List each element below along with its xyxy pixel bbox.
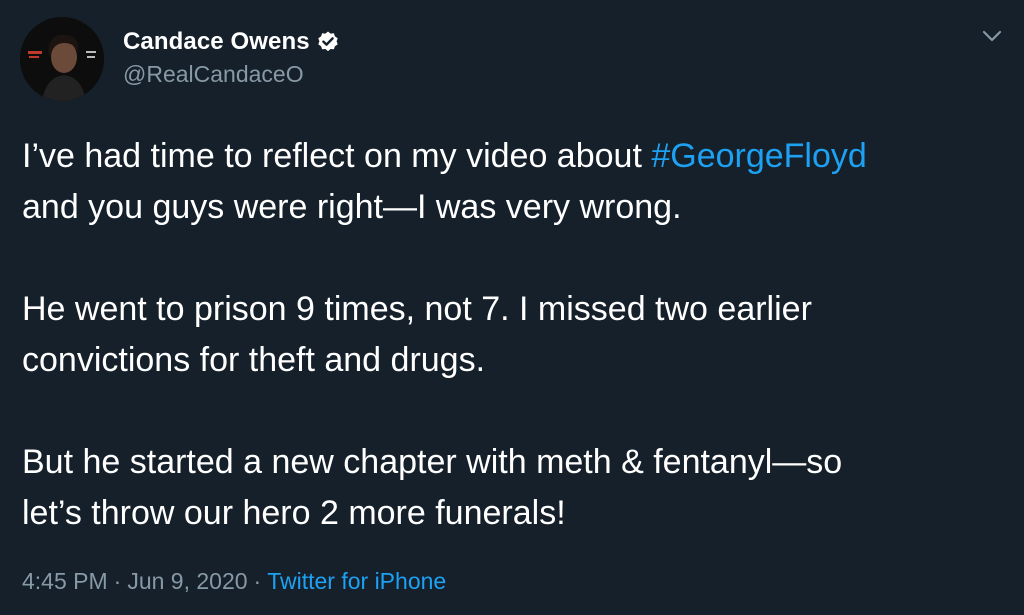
tweet-card: Candace Owens @RealCandaceO I’ve had tim… xyxy=(0,0,1024,615)
avatar[interactable] xyxy=(20,17,104,101)
tweet-source-link[interactable]: Twitter for iPhone xyxy=(267,568,446,594)
tweet-paragraph-2: He went to prison 9 times, not 7. I miss… xyxy=(22,290,812,379)
meta-separator: · xyxy=(253,568,262,594)
verified-badge-icon xyxy=(316,30,340,54)
tweet-paragraph-1: I’ve had time to reflect on my video abo… xyxy=(22,131,1012,233)
paragraph-1-tail: and you guys were right—I was very wrong… xyxy=(22,188,682,226)
name-row: Candace Owens xyxy=(123,27,340,57)
author-display-name[interactable]: Candace Owens xyxy=(123,28,310,56)
tweet-paragraph-3: But he started a new chapter with meth &… xyxy=(22,443,843,532)
hashtag-link[interactable]: #GeorgeFloyd xyxy=(651,137,866,175)
chevron-down-icon[interactable] xyxy=(978,24,1006,48)
tweet-time[interactable]: 4:45 PM xyxy=(22,568,108,594)
paragraph-1-lead: I’ve had time to reflect on my video abo… xyxy=(22,137,652,175)
tweet-meta: 4:45 PM · Jun 9, 2020 · Twitter for iPhone xyxy=(22,568,446,595)
author-block: Candace Owens @RealCandaceO xyxy=(123,27,340,88)
tweet-date[interactable]: Jun 9, 2020 xyxy=(127,568,247,594)
author-handle[interactable]: @RealCandaceO xyxy=(123,61,340,88)
avatar-image xyxy=(20,17,104,101)
tweet-text: I’ve had time to reflect on my video abo… xyxy=(22,131,1012,539)
meta-separator: · xyxy=(113,568,122,594)
